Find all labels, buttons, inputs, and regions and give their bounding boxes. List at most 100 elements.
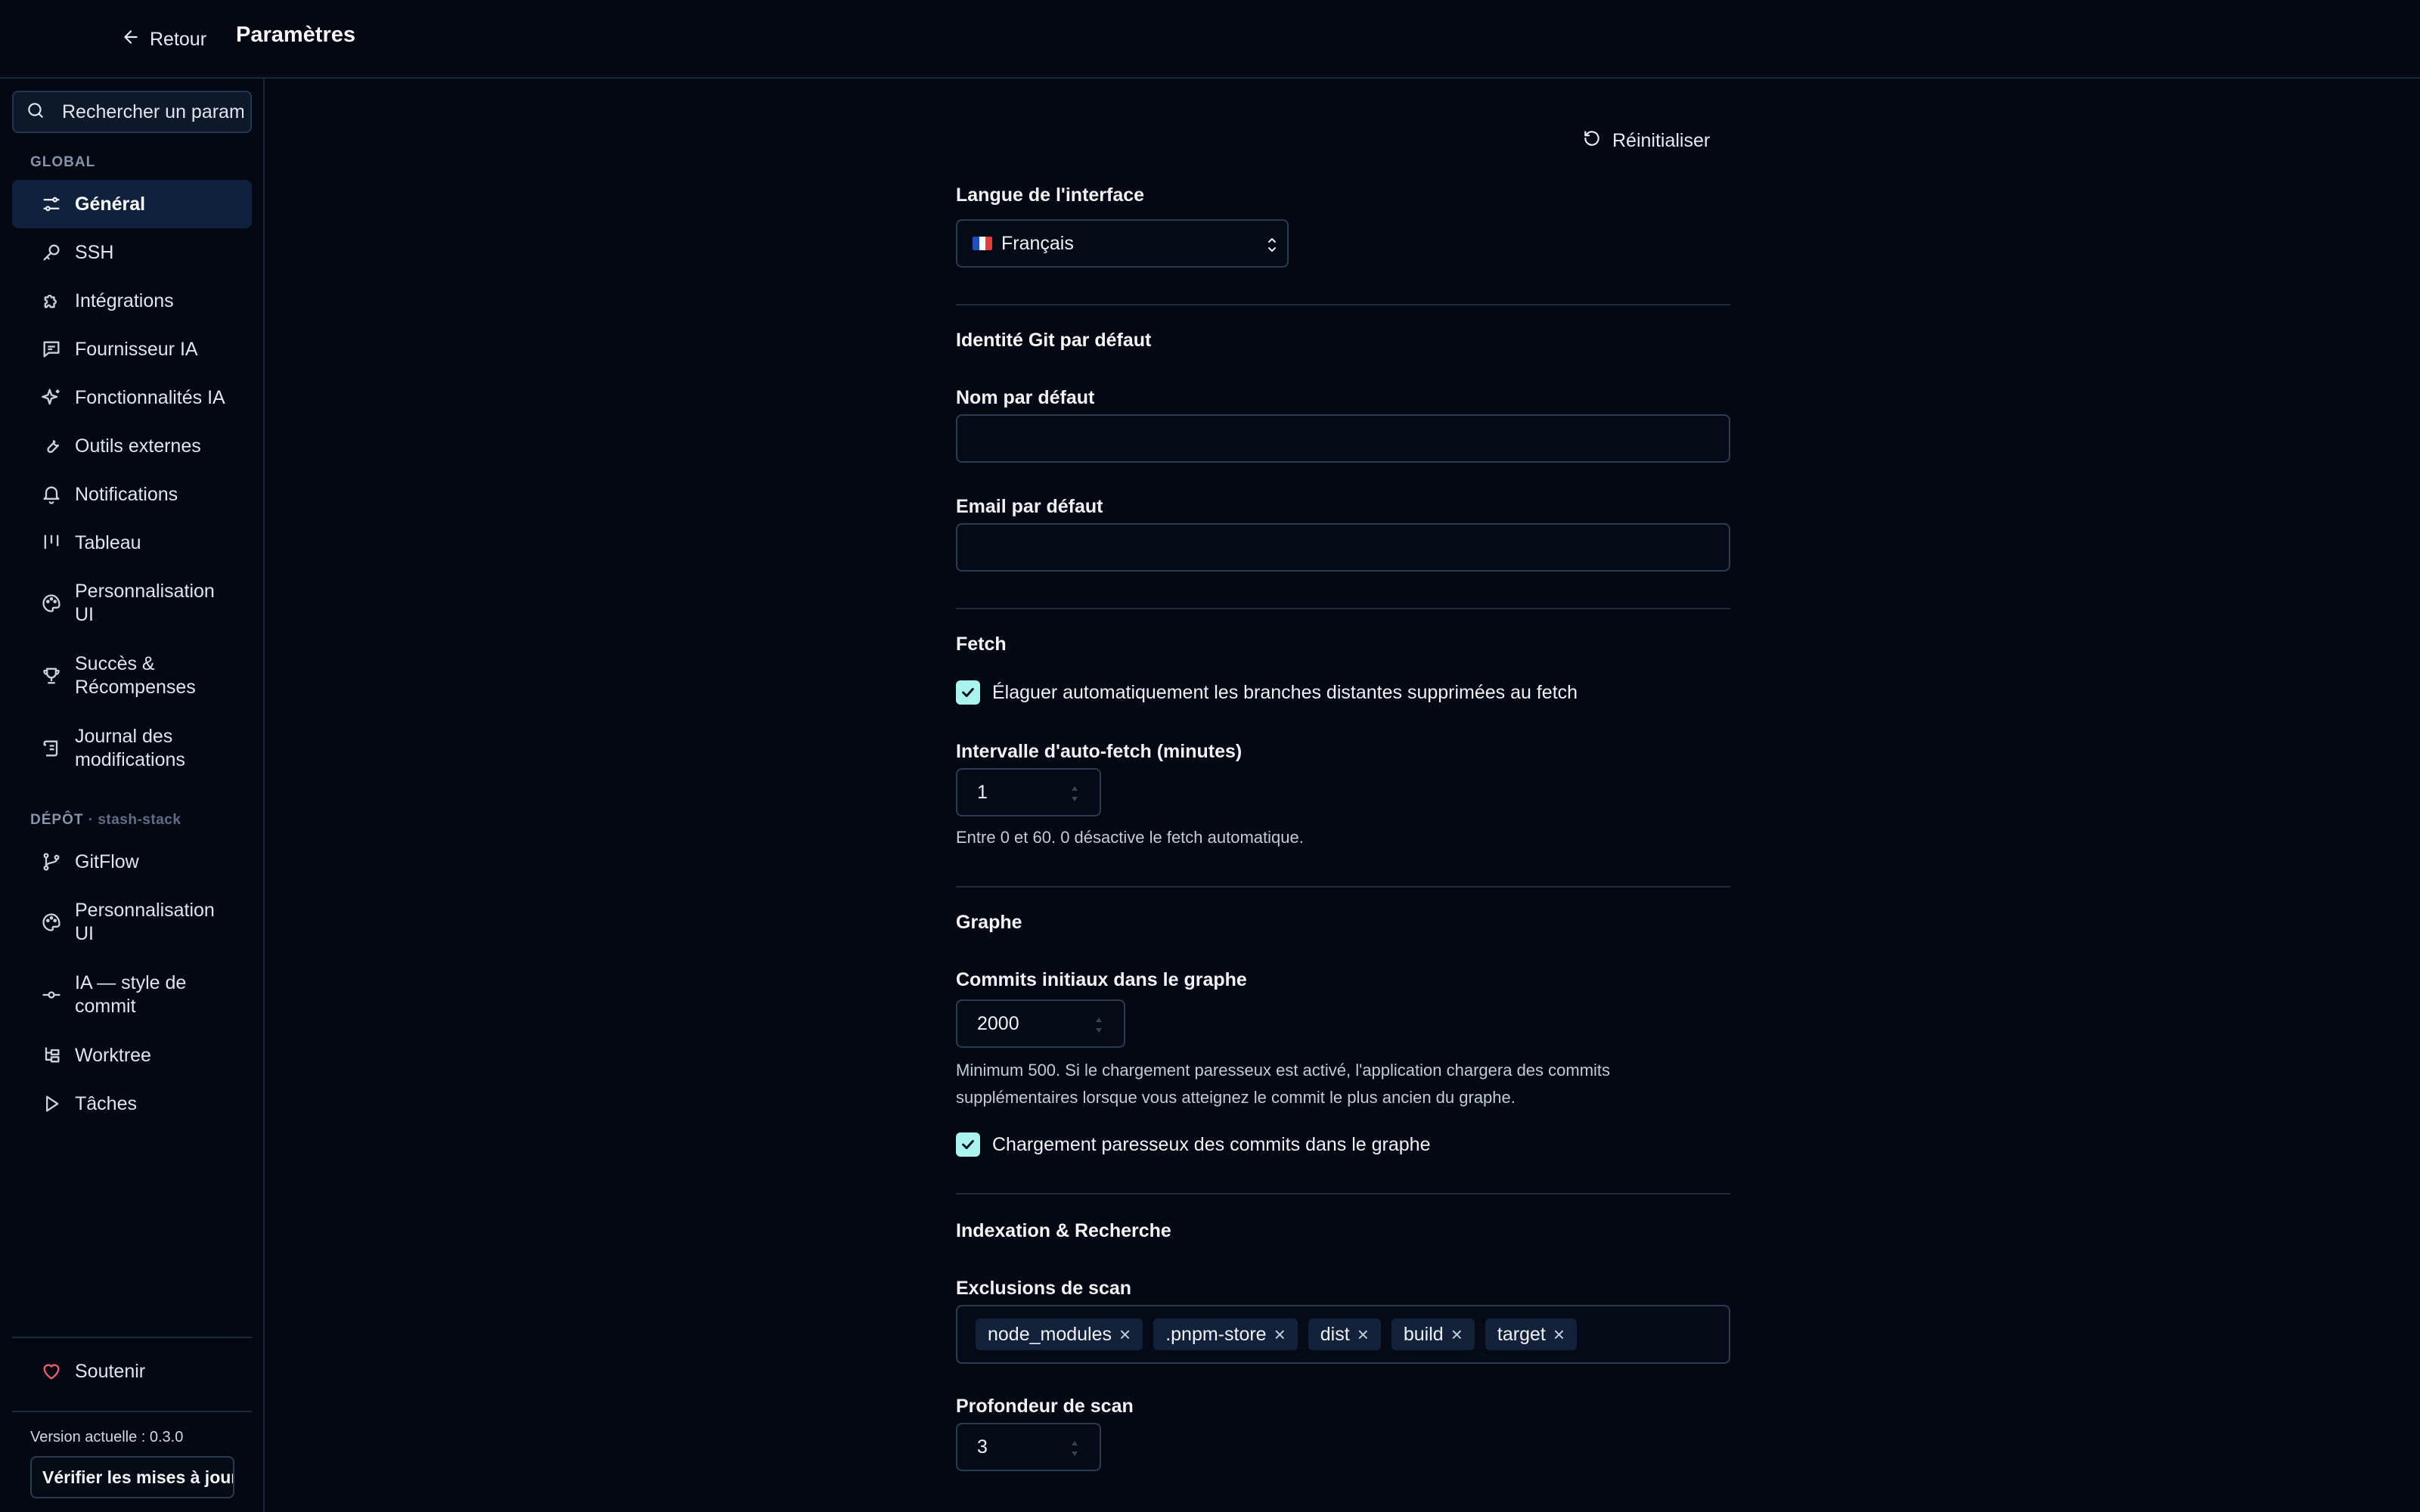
sidebar-item-repo-ui-customization[interactable]: Personnalisation UI	[12, 886, 252, 959]
default-email-input[interactable]	[956, 523, 1730, 572]
search-box[interactable]	[12, 91, 252, 133]
sidebar-item-ai-features[interactable]: Fonctionnalités IA	[12, 373, 252, 422]
sidebar-item-label: Fournisseur IA	[75, 338, 198, 360]
sidebar-item-ai-provider[interactable]: Fournisseur IA	[12, 325, 252, 373]
play-icon	[41, 1093, 62, 1114]
spinner-arrows-icon	[1072, 1441, 1078, 1456]
fetch-interval-label: Intervalle d'auto-fetch (minutes)	[956, 741, 1243, 762]
exclusion-tag: .pnpm-store ×	[1153, 1318, 1298, 1350]
git-branch-icon	[41, 851, 62, 872]
sidebar: GLOBAL Général SSH Intégrations Fourniss…	[0, 79, 265, 1512]
remove-tag-icon[interactable]: ×	[1274, 1325, 1286, 1344]
sidebar-item-label: SSH	[75, 241, 114, 263]
scan-depth-value: 3	[977, 1436, 988, 1458]
sidebar-item-board[interactable]: Tableau	[12, 519, 252, 567]
graph-heading: Graphe	[956, 912, 1022, 933]
back-label: Retour	[150, 28, 207, 50]
reset-button[interactable]: Réinitialiser	[1582, 125, 1710, 156]
git-identity-heading: Identité Git par défaut	[956, 330, 1152, 351]
tag-label: target	[1497, 1323, 1546, 1345]
sliders-icon	[41, 194, 62, 215]
search-icon	[14, 101, 45, 124]
sidebar-item-general[interactable]: Général	[12, 180, 252, 228]
section-divider	[956, 608, 1730, 609]
exclusion-tag: target ×	[1485, 1318, 1578, 1350]
sidebar-item-label: Succès & Récompenses	[75, 653, 196, 698]
puzzle-icon	[41, 290, 62, 311]
remove-tag-icon[interactable]: ×	[1357, 1325, 1369, 1344]
sidebar-item-tasks[interactable]: Tâches	[12, 1080, 252, 1128]
fetch-interval-input[interactable]: 1	[956, 768, 1101, 816]
section-divider	[956, 886, 1730, 888]
scan-exclusions-input[interactable]: node_modules × .pnpm-store × dist × build × …	[956, 1305, 1730, 1364]
remove-tag-icon[interactable]: ×	[1451, 1325, 1463, 1344]
sidebar-item-notifications[interactable]: Notifications	[12, 470, 252, 519]
reset-label: Réinitialiser	[1612, 129, 1711, 151]
section-label-global: GLOBAL	[30, 154, 96, 170]
fetch-interval-value: 1	[977, 781, 988, 803]
sidebar-item-label: Tâches	[75, 1092, 137, 1114]
heart-icon	[41, 1361, 62, 1382]
sidebar-item-label: Personnalisation UI	[75, 900, 215, 944]
palette-icon	[41, 593, 62, 614]
sidebar-item-gitflow[interactable]: GitFlow	[12, 838, 252, 886]
sidebar-item-external-tools[interactable]: Outils externes	[12, 422, 252, 470]
sidebar-item-label: Personnalisation UI	[75, 581, 215, 625]
remove-tag-icon[interactable]: ×	[1553, 1325, 1565, 1344]
section-divider	[956, 1193, 1730, 1194]
check-icon	[962, 1139, 974, 1150]
prune-checkbox-row[interactable]: Élaguer automatiquement les branches dis…	[956, 680, 1578, 705]
section-label-repo: DÉPÔT · stash-stack	[30, 812, 181, 829]
spinner-arrows-icon	[1072, 786, 1078, 801]
lazy-load-checkbox-row[interactable]: Chargement paresseux des commits dans le…	[956, 1132, 1430, 1157]
sidebar-item-label: Outils externes	[75, 435, 201, 457]
git-commit-icon	[41, 984, 62, 1005]
support-link[interactable]: Soutenir	[12, 1352, 252, 1391]
language-label: Langue de l'interface	[956, 184, 1145, 206]
sidebar-item-label: Tableau	[75, 531, 141, 553]
indexing-heading: Indexation & Recherche	[956, 1220, 1171, 1241]
remove-tag-icon[interactable]: ×	[1119, 1325, 1131, 1344]
language-value: Français	[1001, 232, 1074, 254]
tag-label: dist	[1320, 1323, 1350, 1345]
lazy-load-label: Chargement paresseux des commits dans le…	[992, 1133, 1431, 1155]
fetch-heading: Fetch	[956, 634, 1007, 655]
page-title: Paramètres	[236, 23, 355, 47]
trophy-icon	[41, 665, 62, 686]
scan-depth-input[interactable]: 3	[956, 1423, 1101, 1471]
exclusion-tag: build ×	[1391, 1318, 1475, 1350]
rotate-ccw-icon	[1582, 129, 1602, 153]
chevrons-up-down-icon	[1268, 238, 1276, 252]
support-label: Soutenir	[75, 1360, 146, 1382]
lazy-load-checkbox[interactable]	[956, 1132, 980, 1157]
worktree-icon	[41, 1045, 62, 1066]
search-input[interactable]	[60, 100, 245, 124]
scan-exclusions-label: Exclusions de scan	[956, 1278, 1132, 1299]
arrow-left-icon	[121, 27, 141, 52]
top-bar: Retour Paramètres	[0, 0, 2420, 79]
fetch-interval-help: Entre 0 et 60. 0 désactive le fetch auto…	[956, 828, 1304, 847]
sidebar-item-changelog[interactable]: Journal des modifications	[12, 712, 252, 785]
sidebar-item-ui-customization[interactable]: Personnalisation UI	[12, 567, 252, 640]
scroll-icon	[41, 738, 62, 759]
repo-section-title: DÉPÔT	[30, 812, 84, 828]
prune-label: Élaguer automatiquement les branches dis…	[992, 681, 1578, 703]
palette-icon	[41, 912, 62, 933]
key-icon	[41, 242, 62, 263]
sidebar-item-worktree[interactable]: Worktree	[12, 1031, 252, 1080]
sidebar-item-label: Intégrations	[75, 290, 174, 311]
message-icon	[41, 339, 62, 360]
tag-label: build	[1403, 1323, 1444, 1345]
initial-commits-input[interactable]: 2000	[956, 999, 1125, 1048]
prune-checkbox[interactable]	[956, 680, 980, 705]
sidebar-item-commit-style[interactable]: IA — style de commit	[12, 959, 252, 1031]
columns-icon	[41, 532, 62, 553]
default-name-input[interactable]	[956, 414, 1730, 463]
sidebar-item-integrations[interactable]: Intégrations	[12, 277, 252, 325]
sidebar-item-achievements[interactable]: Succès & Récompenses	[12, 640, 252, 712]
back-button[interactable]: Retour	[121, 24, 206, 54]
section-divider	[956, 304, 1730, 305]
sidebar-item-ssh[interactable]: SSH	[12, 228, 252, 277]
check-updates-button[interactable]: Vérifier les mises à jour	[30, 1456, 234, 1498]
language-select[interactable]: Français	[956, 219, 1289, 268]
